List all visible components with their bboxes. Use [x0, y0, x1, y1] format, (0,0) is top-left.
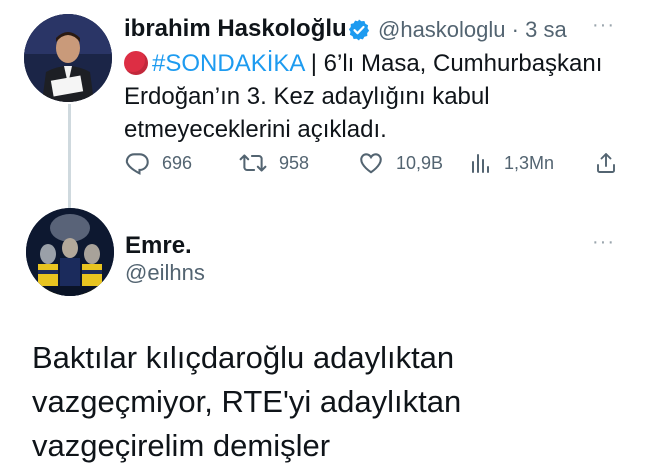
retweet-button[interactable]: 958: [239, 148, 309, 178]
retweet-count: 958: [279, 152, 310, 173]
reply-tweet-text: Baktılar kılıçdaroğlu adaylıktan vazgeçm…: [32, 340, 462, 463]
hashtag-link[interactable]: #SONDAKİKA: [152, 50, 304, 77]
share-icon: [594, 150, 618, 176]
reply-icon: [124, 150, 150, 176]
author-name[interactable]: ibrahim Haskoloğlu: [124, 15, 347, 43]
like-icon: [358, 150, 384, 176]
views-icon: [470, 151, 492, 175]
views-button[interactable]: 1,3Mn: [470, 148, 554, 178]
red-circle-emoji: [124, 51, 148, 75]
more-icon[interactable]: ···: [592, 14, 615, 37]
avatar[interactable]: [26, 208, 114, 296]
more-icon[interactable]: ···: [592, 231, 615, 254]
author-handle-text: @haskologlu: [378, 17, 506, 42]
tweet-actions: 696 958 10,9B 1,3Mn: [124, 148, 624, 178]
author-handle[interactable]: @haskologlu · 3 sa: [378, 17, 567, 43]
like-button[interactable]: 10,9B: [358, 148, 443, 178]
separator-dot: ·: [511, 17, 519, 42]
avatar[interactable]: [24, 14, 112, 102]
share-button[interactable]: [594, 148, 618, 178]
views-count: 1,3Mn: [504, 152, 555, 173]
reply-count: 696: [162, 152, 193, 173]
reply-author-name[interactable]: Emre.: [125, 232, 192, 260]
verified-badge-icon: [347, 18, 371, 42]
reply-button[interactable]: 696: [124, 148, 192, 178]
thread-connector-line: [68, 104, 71, 210]
retweet-icon: [239, 150, 267, 176]
reply-author-handle[interactable]: @eilhns: [125, 260, 205, 286]
like-count: 10,9B: [396, 152, 444, 173]
tweet-text: #SONDAKİKA | 6’lı Masa, Cumhurbaşkanı Er…: [124, 47, 624, 146]
tweet-timestamp[interactable]: 3 sa: [525, 17, 567, 42]
